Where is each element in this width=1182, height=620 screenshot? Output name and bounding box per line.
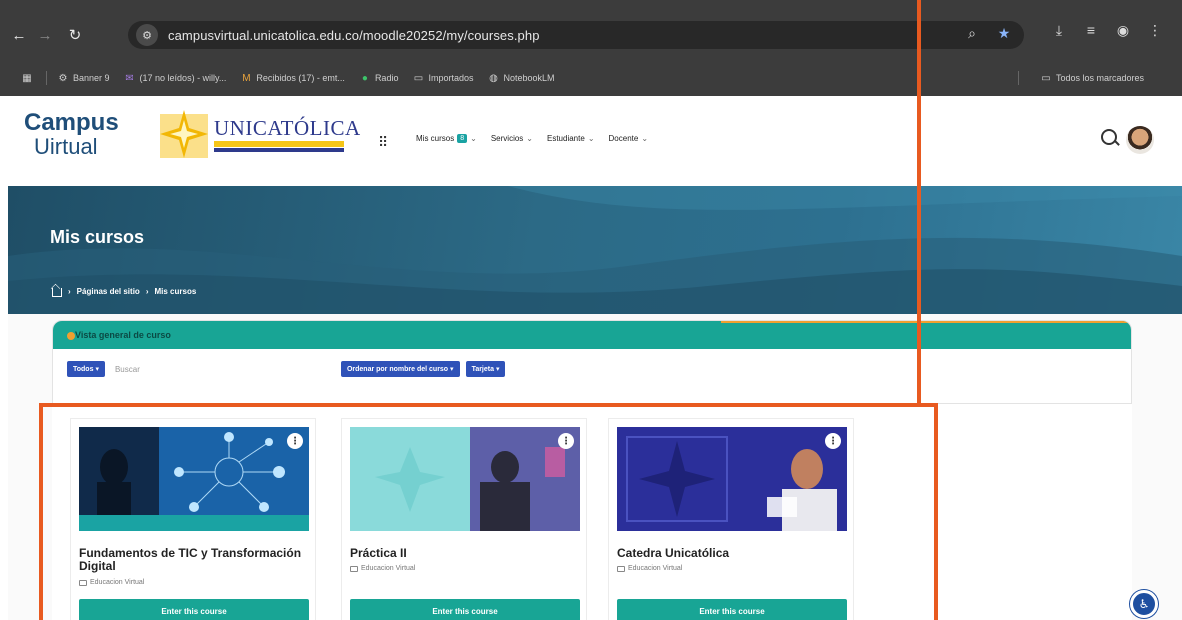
- chevron-down-icon: ▾: [495, 366, 500, 373]
- course-overview-panel: Vista general de curso Todos ▾ Buscar Or…: [52, 320, 1132, 404]
- site-info-icon[interactable]: ⚙: [136, 24, 158, 46]
- forward-icon[interactable]: →: [32, 22, 58, 48]
- annotation-highlight-box: [39, 403, 938, 620]
- menu-mis-cursos[interactable]: Mis cursos 8 ⌄: [416, 134, 477, 143]
- page-title: Mis cursos: [50, 227, 145, 247]
- bookmark-label: (17 no leídos) - willy...: [139, 73, 227, 83]
- search-icon[interactable]: [1101, 129, 1117, 145]
- app-grid-icon[interactable]: ⠿: [378, 134, 388, 151]
- chevron-down-icon: ⌄: [587, 134, 595, 143]
- bookmarks-separator: [1018, 71, 1019, 85]
- campus-logo-text[interactable]: Campus: [24, 111, 119, 135]
- annotation-arrow-line: [917, 0, 921, 403]
- reload-icon[interactable]: ↻: [62, 22, 88, 48]
- filter-all-dropdown[interactable]: Todos ▾: [67, 361, 105, 377]
- notebook-icon: ◍: [489, 72, 498, 84]
- filter-label: Todos: [73, 365, 94, 373]
- profile-icon[interactable]: ◉: [1114, 22, 1132, 39]
- sort-label: Ordenar por nombre del curso: [346, 365, 449, 373]
- folder-icon: ▭: [413, 72, 424, 84]
- bookmark-label: Importados: [428, 73, 474, 83]
- menu-label: Estudiante: [547, 134, 585, 143]
- menu-servicios[interactable]: Servicios ⌄: [491, 134, 533, 143]
- sort-dropdown[interactable]: Ordenar por nombre del curso ▾: [340, 361, 460, 377]
- mail-icon: M: [242, 72, 251, 84]
- site-header: Campus Uirtual UNICATÓLICA ⠿ Mis cursos …: [8, 96, 1182, 186]
- overview-icon: [67, 332, 75, 340]
- bookmarks-separator: [46, 71, 47, 85]
- bookmark-label: Radio: [374, 73, 399, 83]
- gear-icon: ⚙: [58, 72, 68, 84]
- page-banner: Mis cursos › Páginas del sitio › Mis cur…: [8, 186, 1182, 314]
- search-placeholder: Buscar: [114, 364, 140, 374]
- breadcrumb-item[interactable]: Páginas del sitio: [77, 287, 140, 296]
- logo-band: [214, 148, 344, 152]
- bookmark-item[interactable]: M Recibidos (17) - emt...: [240, 72, 345, 84]
- accessibility-icon[interactable]: ♿: [1130, 590, 1158, 618]
- bookmark-item[interactable]: ⚙ Banner 9: [57, 72, 110, 84]
- all-bookmarks[interactable]: ▭ Todos los marcadores: [1040, 72, 1144, 84]
- panel-title: Vista general de curso: [75, 330, 171, 340]
- browser-nav-row: ← → ↻ ⚙ campusvirtual.unicatolica.edu.co…: [0, 18, 1182, 52]
- panel-header: Vista general de curso: [53, 321, 1131, 349]
- breadcrumb-separator: ›: [68, 287, 71, 296]
- bookmark-item[interactable]: ▭ Importados: [412, 72, 474, 84]
- courses-count-badge: 8: [457, 134, 468, 143]
- address-bar-actions: ⌕ ★: [962, 25, 1014, 42]
- breadcrumb: › Páginas del sitio › Mis cursos: [52, 287, 196, 297]
- chevron-down-icon: ▾: [450, 366, 454, 373]
- menu-docente[interactable]: Docente ⌄: [609, 134, 649, 143]
- unicatolica-star-icon: [160, 110, 208, 158]
- chevron-down-icon: ⌄: [526, 134, 533, 143]
- bookmark-label: NotebookLM: [503, 73, 555, 83]
- view-label: Tarjeta: [471, 365, 494, 373]
- toolbar-icons: ⤓ ≡ ◉ ⋮: [1050, 22, 1164, 39]
- apps-icon[interactable]: ▦: [22, 72, 36, 84]
- bookmark-label: Banner 9: [73, 73, 110, 83]
- folder-icon: ▭: [1041, 72, 1051, 84]
- bookmark-item[interactable]: ✉ (17 no leídos) - willy...: [124, 72, 227, 84]
- main-menu: Mis cursos 8 ⌄ Servicios ⌄ Estudiante ⌄ …: [416, 134, 648, 143]
- unicatolica-logo-text[interactable]: UNICATÓLICA: [214, 116, 361, 141]
- user-avatar[interactable]: [1126, 126, 1154, 154]
- home-icon[interactable]: [52, 288, 62, 297]
- logo-band: [214, 141, 344, 147]
- bookmark-item[interactable]: ● Radio: [359, 72, 399, 84]
- zoom-icon[interactable]: ⌕: [962, 25, 982, 42]
- menu-label: Servicios: [490, 134, 524, 143]
- breadcrumb-separator: ›: [145, 287, 149, 296]
- bookmark-star-icon[interactable]: ★: [994, 25, 1014, 42]
- download-icon[interactable]: ⤓: [1050, 22, 1068, 39]
- page: ← → ↻ ⚙ campusvirtual.unicatolica.edu.co…: [0, 0, 1182, 620]
- back-icon[interactable]: ←: [6, 22, 32, 48]
- url-text[interactable]: campusvirtual.unicatolica.edu.co/moodle2…: [168, 28, 540, 43]
- dot-icon: ●: [361, 72, 368, 84]
- panel-accent-line: [721, 321, 1131, 323]
- virtual-logo-text[interactable]: Uirtual: [34, 136, 98, 158]
- menu-dots-icon[interactable]: ⋮: [1146, 22, 1164, 39]
- address-bar[interactable]: ⚙ campusvirtual.unicatolica.edu.co/moodl…: [128, 21, 1024, 49]
- all-bookmarks-label: Todos los marcadores: [1056, 73, 1145, 83]
- menu-label: Docente: [608, 134, 639, 143]
- bookmarks-bar: ▦ ⚙ Banner 9 ✉ (17 no leídos) - willy... M…: [0, 66, 1182, 90]
- bookmark-label: Recibidos (17) - emt...: [256, 73, 345, 83]
- breadcrumb-item[interactable]: Mis cursos: [154, 287, 196, 296]
- menu-label: Mis cursos: [416, 134, 455, 143]
- menu-estudiante[interactable]: Estudiante ⌄: [547, 134, 595, 143]
- view-dropdown[interactable]: Tarjeta ▾: [465, 361, 506, 377]
- chevron-down-icon: ⌄: [470, 134, 477, 143]
- media-icon[interactable]: ≡: [1082, 22, 1100, 39]
- course-search-input[interactable]: Buscar: [111, 361, 249, 377]
- mail-icon: ✉: [125, 72, 134, 84]
- chevron-down-icon: ▾: [95, 366, 99, 373]
- bookmark-item[interactable]: ◍ NotebookLM: [487, 72, 554, 84]
- chevron-down-icon: ⌄: [641, 134, 649, 143]
- course-filters: Todos ▾ Buscar Ordenar por nombre del cu…: [67, 361, 506, 377]
